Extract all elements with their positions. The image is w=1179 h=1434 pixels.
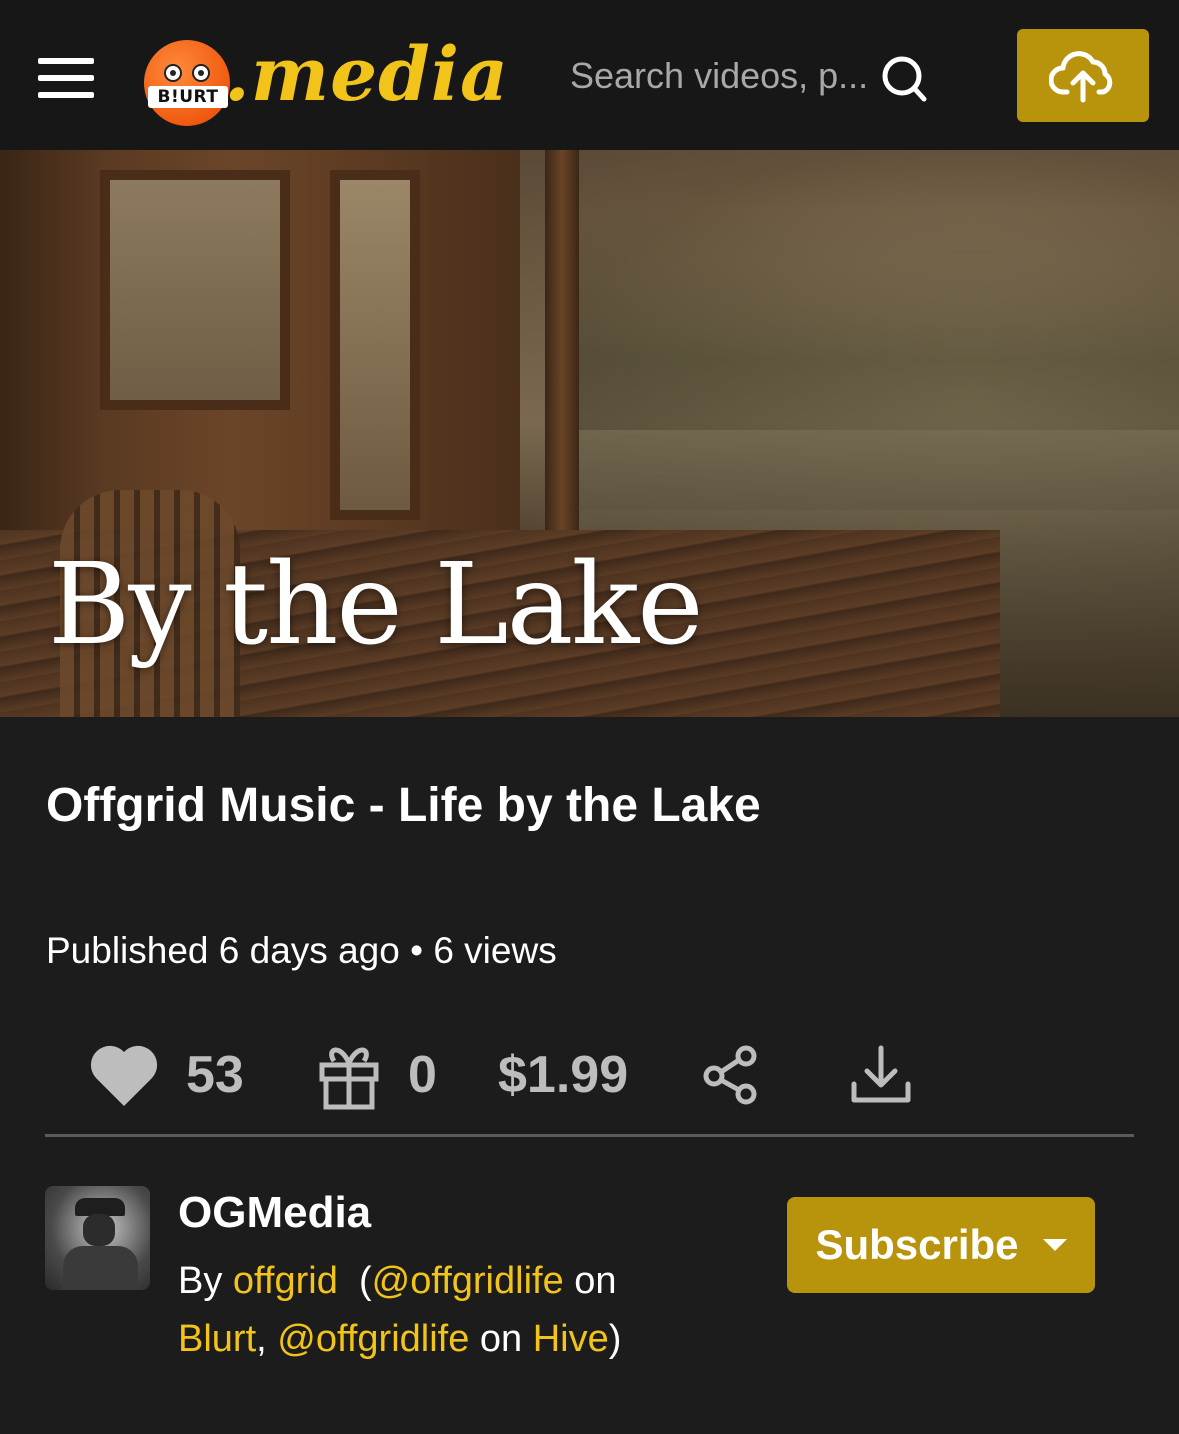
blurt-link[interactable]: Blurt <box>178 1318 256 1360</box>
upload-button[interactable] <box>1017 29 1149 122</box>
channel-byline: By offgrid (@offgridlife on Blurt, @offg… <box>178 1252 758 1368</box>
hive-handle-link[interactable]: @offgridlife <box>277 1318 469 1360</box>
share-icon <box>703 1045 757 1105</box>
menu-icon[interactable] <box>38 58 94 98</box>
search-box <box>570 48 930 104</box>
open-paren: ( <box>358 1260 372 1302</box>
share-button[interactable] <box>702 1030 760 1120</box>
price-tag[interactable]: $1.99 <box>498 1030 628 1120</box>
on-text-2: on <box>469 1318 533 1360</box>
logo-mascot-icon <box>144 40 230 126</box>
gift-count: 0 <box>408 1046 437 1104</box>
gift-button[interactable]: 0 <box>316 1030 437 1120</box>
blurt-media-logo[interactable]: B!URT .media <box>140 32 508 132</box>
cloud-upload-icon <box>1049 50 1113 102</box>
hive-link[interactable]: Hive <box>533 1318 609 1360</box>
channel-avatar[interactable] <box>45 1186 150 1290</box>
chevron-down-icon <box>1042 1239 1067 1251</box>
search-icon[interactable] <box>872 52 928 104</box>
on-text: on <box>563 1260 617 1302</box>
blurt-handle-link[interactable]: @offgridlife <box>372 1260 564 1302</box>
subscribe-label: Subscribe <box>815 1221 1019 1268</box>
close-paren: ) <box>608 1318 622 1360</box>
comma: , <box>256 1318 278 1360</box>
like-count: 53 <box>186 1046 244 1104</box>
download-icon <box>851 1045 911 1103</box>
action-bar: 53 0 $1.99 <box>46 1030 1134 1120</box>
heart-icon <box>90 1045 158 1106</box>
video-thumbnail[interactable]: By the Lake <box>0 150 1179 717</box>
search-input[interactable] <box>570 48 870 104</box>
channel-name[interactable]: OGMedia <box>178 1188 371 1238</box>
gift-icon <box>319 1047 379 1110</box>
by-prefix: By <box>178 1260 233 1302</box>
video-meta: Published 6 days ago • 6 views <box>46 930 557 971</box>
download-button[interactable] <box>848 1030 914 1120</box>
top-bar: B!URT .media <box>0 0 1179 150</box>
divider <box>45 1134 1134 1137</box>
price-value: $1.99 <box>498 1046 629 1104</box>
like-button[interactable]: 53 <box>88 1030 244 1120</box>
thumbnail-title: By the Lake <box>48 540 703 670</box>
subscribe-button[interactable]: Subscribe <box>787 1197 1095 1293</box>
logo-text: .media <box>224 32 509 118</box>
logo-band-text: B!URT <box>148 86 228 108</box>
video-title: Offgrid Music - Life by the Lake <box>46 779 761 832</box>
author-link[interactable]: offgrid <box>233 1260 338 1302</box>
